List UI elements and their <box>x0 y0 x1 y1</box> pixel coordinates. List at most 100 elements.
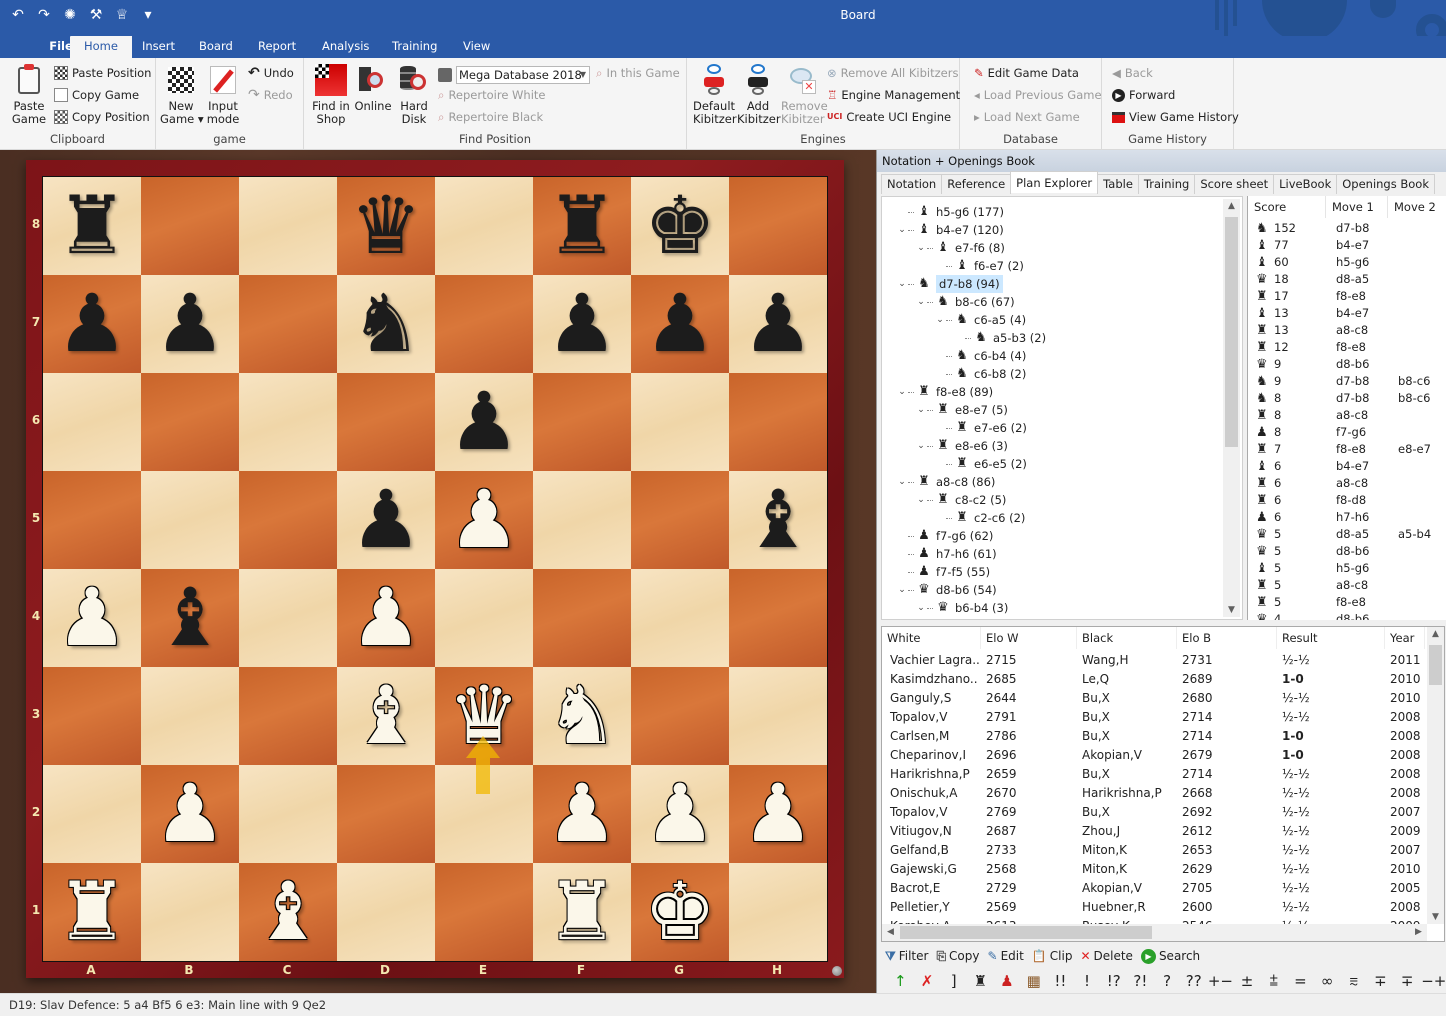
scroll-down-icon[interactable]: ▼ <box>1223 605 1240 615</box>
copy-button[interactable]: ⎘ Copy <box>936 949 979 964</box>
tab-notation[interactable]: Notation <box>881 174 943 194</box>
square-b6[interactable] <box>141 373 239 471</box>
tree-node[interactable]: ♞ a5-b3 (2) <box>953 329 1046 347</box>
tree-node[interactable]: ⌄ ♝ b4-e7 (120) <box>896 221 1004 239</box>
square-a3[interactable] <box>43 667 141 765</box>
white-pawn-icon[interactable]: ♟ <box>546 774 618 854</box>
tab-board[interactable]: Board <box>185 36 247 58</box>
white-pawn-icon[interactable]: ♟ <box>56 578 128 658</box>
tree-node[interactable]: ♜ e6-e5 (2) <box>934 455 1027 473</box>
white-knight-icon[interactable]: ♞ <box>546 676 618 756</box>
tree-node[interactable]: ♝ h5-g6 (177) <box>896 203 1004 221</box>
square-h8[interactable] <box>729 177 827 275</box>
tab-home[interactable]: Home <box>70 36 132 58</box>
tree-scrollbar[interactable]: ▲ ▼ <box>1223 199 1240 617</box>
square-h7[interactable]: ♟ <box>729 275 827 373</box>
black-queen-icon[interactable]: ♛ <box>350 186 422 266</box>
annotation-button[interactable]: ? <box>1154 972 1181 990</box>
score-row[interactable]: ♞ 8 d7-b8 b8-c6 <box>1248 390 1446 407</box>
black-pawn-icon[interactable]: ♟ <box>56 284 128 364</box>
square-b2[interactable]: ♟ <box>141 765 239 863</box>
tree-node[interactable]: ♟ f7-g6 (62) <box>896 527 993 545</box>
tree-node[interactable]: ♞ c6-b4 (4) <box>934 347 1026 365</box>
square-d5[interactable]: ♟ <box>337 471 435 569</box>
score-row[interactable]: ♟ 8 f7-g6 <box>1248 424 1446 441</box>
white-pawn-icon[interactable]: ♟ <box>742 774 814 854</box>
move1-header[interactable]: Move 1 <box>1326 196 1388 218</box>
annotation-button[interactable]: = <box>1287 972 1314 990</box>
scroll-right-icon[interactable]: ▶ <box>1410 927 1427 937</box>
game-row[interactable]: Topalov,V 2769 Bu,X 2692 ½-½ 2007 <box>882 803 1427 822</box>
game-row[interactable]: Pelletier,Y 2569 Huebner,R 2600 ½-½ 2008 <box>882 898 1427 917</box>
white-rook-icon[interactable]: ♜ <box>546 872 618 952</box>
input-mode-button[interactable]: Input mode <box>204 64 242 126</box>
square-e3[interactable]: ♛ <box>435 667 533 765</box>
score-row[interactable]: ♝ 6 b4-e7 <box>1248 458 1446 475</box>
square-d7[interactable]: ♞ <box>337 275 435 373</box>
square-g7[interactable]: ♟ <box>631 275 729 373</box>
square-b1[interactable] <box>141 863 239 961</box>
tree-node[interactable]: ♟ h7-h6 (61) <box>896 545 997 563</box>
expand-chevron-icon[interactable]: ⌄ <box>915 599 927 617</box>
in-this-game-button[interactable]: ⌕ In this Game <box>596 64 680 82</box>
score-row[interactable]: ♜ 6 f8-d8 <box>1248 492 1446 509</box>
tree-node[interactable]: ⌄ ♛ b6-b4 (3) <box>915 599 1008 617</box>
tab-plan-explorer[interactable]: Plan Explorer <box>1010 171 1099 193</box>
black-rook-icon[interactable]: ♜ <box>56 186 128 266</box>
delete-button[interactable]: ✕ Delete <box>1080 949 1133 963</box>
square-e1[interactable] <box>435 863 533 961</box>
expand-chevron-icon[interactable]: ⌄ <box>915 239 927 257</box>
games-header-elo-b[interactable]: Elo B <box>1177 627 1277 649</box>
annotation-button[interactable]: ⩳ <box>1340 972 1367 990</box>
paste-game-button[interactable]: Paste Game <box>8 64 50 126</box>
score-row[interactable]: ♟ 6 h7-h6 <box>1248 509 1446 526</box>
square-d8[interactable]: ♛ <box>337 177 435 275</box>
annotation-button[interactable]: !? <box>1100 972 1127 990</box>
score-row[interactable]: ♜ 5 a8-c8 <box>1248 577 1446 594</box>
score-row[interactable]: ♜ 8 a8-c8 <box>1248 407 1446 424</box>
square-g8[interactable]: ♚ <box>631 177 729 275</box>
search-button[interactable]: ▶ Search <box>1140 948 1200 964</box>
tree-node[interactable]: ⌄ ♞ d7-b8 (94) <box>896 275 1003 293</box>
scroll-left-icon[interactable]: ◀ <box>882 927 899 937</box>
annotation-button[interactable]: ! <box>1074 972 1101 990</box>
scroll-down-icon[interactable]: ▼ <box>1427 912 1444 922</box>
load-next-game-button[interactable]: ▸ Load Next Game <box>974 108 1080 126</box>
score-row[interactable]: ♜ 6 a8-c8 <box>1248 475 1446 492</box>
back-button[interactable]: ◀ Back <box>1112 64 1153 82</box>
tab-reference[interactable]: Reference <box>941 174 1012 194</box>
black-pawn-icon[interactable]: ♟ <box>350 480 422 560</box>
annotation-button[interactable]: ± <box>1234 972 1261 990</box>
tree-node[interactable]: ♟ f7-f5 (55) <box>896 563 990 581</box>
square-f8[interactable]: ♜ <box>533 177 631 275</box>
tab-report[interactable]: Report <box>244 36 310 58</box>
games-hscrollbar[interactable]: ◀ ▶ <box>882 924 1427 941</box>
annotation-button[interactable]: ?! <box>1127 972 1154 990</box>
tab-insert[interactable]: Insert <box>128 36 189 58</box>
annotation-button[interactable]: ∓ <box>1394 972 1421 990</box>
games-header-elo-w[interactable]: Elo W <box>981 627 1077 649</box>
square-h2[interactable]: ♟ <box>729 765 827 863</box>
view-game-history-button[interactable]: View Game History <box>1112 108 1239 126</box>
score-row[interactable]: ♜ 13 a8-c8 <box>1248 322 1446 339</box>
square-b4[interactable]: ♝ <box>141 569 239 667</box>
games-header-white[interactable]: White <box>882 627 981 649</box>
white-bishop-icon[interactable]: ♝ <box>252 872 324 952</box>
score-row[interactable]: ♞ 152 d7-b8 <box>1248 220 1446 237</box>
repertoire-black-button[interactable]: ⌕ Repertoire Black <box>438 108 543 126</box>
tree-node[interactable]: ⌄ ♜ e8-e6 (3) <box>915 437 1008 455</box>
tab-table[interactable]: Table <box>1097 174 1139 194</box>
square-e2[interactable] <box>435 765 533 863</box>
black-pawn-icon[interactable]: ♟ <box>448 382 520 462</box>
game-row[interactable]: Cheparinov,I 2696 Akopian,V 2679 1-0 2008 <box>882 746 1427 765</box>
square-h6[interactable] <box>729 373 827 471</box>
score-row[interactable]: ♛ 5 d8-b6 <box>1248 543 1446 560</box>
forward-button[interactable]: ▶ Forward <box>1112 86 1175 104</box>
score-row[interactable]: ♜ 7 f8-e8 e8-e7 <box>1248 441 1446 458</box>
annotation-button[interactable]: ∓ <box>1367 972 1394 990</box>
white-pawn-icon[interactable]: ♟ <box>448 480 520 560</box>
square-c1[interactable]: ♝ <box>239 863 337 961</box>
score-row[interactable]: ♛ 4 d8-b6 <box>1248 611 1446 620</box>
black-bishop-icon[interactable]: ♝ <box>742 480 814 560</box>
tab-score-sheet[interactable]: Score sheet <box>1194 174 1275 194</box>
